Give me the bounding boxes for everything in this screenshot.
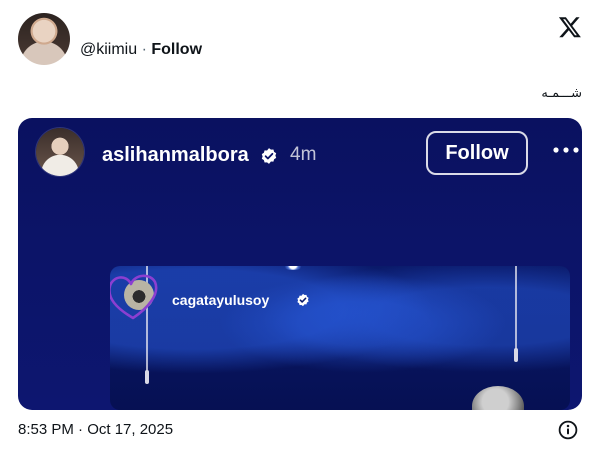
tweet-footer: 8:53 PM · Oct 17, 2025 — [18, 420, 582, 441]
tweet-timestamp[interactable]: 8:53 PM · Oct 17, 2025 — [18, 421, 173, 438]
story-time: 4m — [290, 144, 317, 165]
stage-light — [282, 266, 304, 270]
tweet-header: @kiimiu · Follow — [18, 13, 582, 65]
lamp-right — [514, 348, 518, 362]
separator-dot: · — [137, 41, 152, 58]
info-icon[interactable] — [558, 420, 578, 440]
person-head-photo — [472, 386, 524, 410]
more-dots-icon[interactable] — [552, 140, 580, 160]
x-logo-icon[interactable] — [558, 15, 582, 39]
tweet-text: شـــمـه — [541, 86, 582, 101]
verified-badge-icon — [297, 293, 309, 307]
story-avatar — [36, 128, 84, 176]
inner-story-username: cagatayulusoy — [172, 292, 270, 308]
story-username: aslihanmalbora — [102, 144, 249, 166]
story-follow-button[interactable]: Follow — [426, 131, 528, 175]
author-avatar[interactable] — [18, 13, 70, 65]
inner-story-frame: cagatayulusoy — [110, 266, 570, 410]
lamp-left — [145, 370, 149, 384]
author-handle[interactable]: @kiimiu — [80, 41, 137, 58]
verified-badge-icon — [261, 148, 277, 164]
follow-link[interactable]: Follow — [151, 41, 202, 58]
lamp-wire-right — [515, 266, 517, 352]
author-line: @kiimiu · Follow — [80, 40, 202, 60]
story-screenshot[interactable]: aslihanmalbora 4m Follow cagatayulusoy — [18, 118, 582, 410]
heart-doodle-icon — [110, 274, 158, 320]
